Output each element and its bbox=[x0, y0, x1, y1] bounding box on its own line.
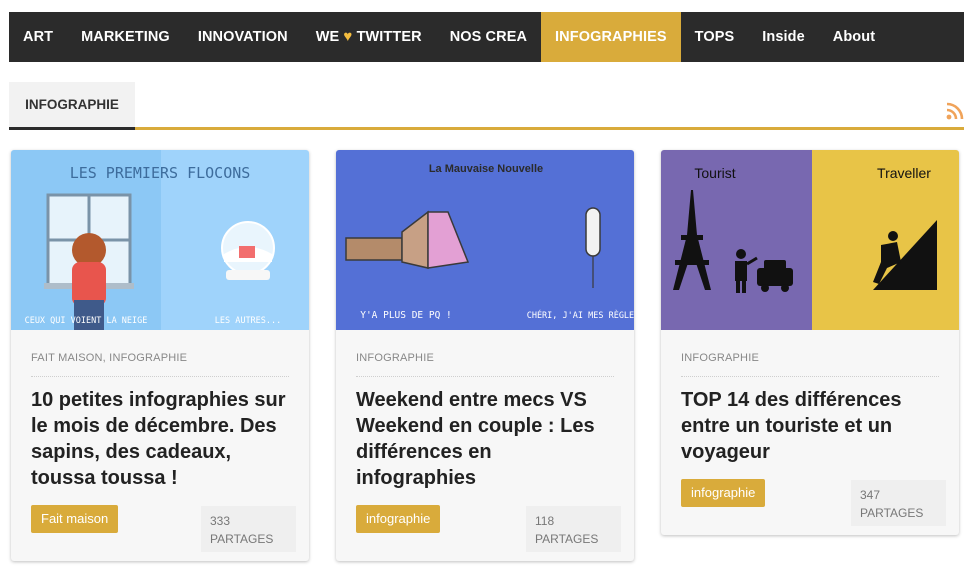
article-tag-button[interactable]: infographie bbox=[681, 479, 766, 507]
main-nav: ART MARKETING INNOVATION WE ♥ TWITTER NO… bbox=[9, 12, 964, 62]
article-thumbnail-weekend[interactable]: La Mauvaise Nouvelle Y'A PLUS DE PQ ! CH… bbox=[336, 150, 634, 330]
share-label: PARTAGES bbox=[535, 532, 599, 546]
article-categories[interactable]: INFOGRAPHIE bbox=[681, 330, 939, 377]
nav-item-label-we: WE bbox=[315, 29, 340, 45]
nav-item-innovation[interactable]: INNOVATION bbox=[184, 12, 302, 62]
share-counter: 333 PARTAGES bbox=[201, 506, 296, 552]
article-card[interactable]: La Mauvaise Nouvelle Y'A PLUS DE PQ ! CH… bbox=[336, 150, 634, 561]
thumbnail-caption-right: CHÉRI, J'AI MES RÈGLES bbox=[527, 309, 634, 321]
thumbnail-caption-left: CEUX QUI VOIENT LA NEIGE bbox=[25, 316, 148, 326]
thumbnail-label-left: Tourist bbox=[694, 165, 735, 181]
nav-item-nos-crea[interactable]: NOS CREA bbox=[436, 12, 541, 62]
article-thumbnail-tourist-traveller[interactable]: Tourist Traveller bbox=[661, 150, 959, 330]
thumbnail-title: LES PREMIERS FLOCONS bbox=[70, 164, 251, 182]
article-categories[interactable]: FAIT MAISON, INFOGRAPHIE bbox=[31, 330, 289, 377]
article-card[interactable]: LES PREMIERS FLOCONS CEUX QUI VOIENT LA … bbox=[11, 150, 309, 561]
share-label: PARTAGES bbox=[210, 532, 274, 546]
article-card[interactable]: Tourist Traveller INFOGRAPHIE TOP 14 des… bbox=[661, 150, 959, 535]
share-count: 118 bbox=[535, 514, 555, 528]
share-count: 347 bbox=[860, 488, 881, 502]
nav-item-marketing[interactable]: MARKETING bbox=[67, 12, 184, 62]
thumbnail-label-right: Traveller bbox=[877, 165, 931, 181]
thumbnail-caption-left: Y'A PLUS DE PQ ! bbox=[360, 310, 452, 321]
nav-item-we-love-twitter[interactable]: WE ♥ TWITTER bbox=[302, 12, 436, 62]
article-title[interactable]: Weekend entre mecs VS Weekend en couple … bbox=[356, 387, 614, 491]
nav-item-art[interactable]: ART bbox=[9, 12, 67, 62]
share-counter: 118 PARTAGES bbox=[526, 506, 621, 552]
nav-item-about[interactable]: About bbox=[819, 12, 889, 62]
rss-icon[interactable] bbox=[946, 102, 964, 120]
thumbnail-caption-right: LES AUTRES... bbox=[215, 316, 282, 326]
nav-item-label-twitter: TWITTER bbox=[356, 29, 422, 45]
share-counter: 347 PARTAGES bbox=[851, 480, 946, 526]
article-tag-button[interactable]: infographie bbox=[356, 505, 441, 533]
article-title[interactable]: TOP 14 des différences entre un touriste… bbox=[681, 387, 939, 465]
article-tag-button[interactable]: Fait maison bbox=[31, 505, 119, 533]
category-tabbar: INFOGRAPHIE bbox=[9, 82, 964, 130]
thumbnail-title: La Mauvaise Nouvelle bbox=[429, 163, 543, 175]
share-label: PARTAGES bbox=[860, 506, 924, 520]
article-title[interactable]: 10 petites infographies sur le mois de d… bbox=[31, 387, 289, 491]
article-thumbnail-flocons[interactable]: LES PREMIERS FLOCONS CEUX QUI VOIENT LA … bbox=[11, 150, 309, 330]
article-categories[interactable]: INFOGRAPHIE bbox=[356, 330, 614, 377]
heart-icon: ♥ bbox=[343, 28, 353, 45]
nav-item-inside[interactable]: Inside bbox=[748, 12, 819, 62]
share-count: 333 bbox=[210, 514, 231, 528]
nav-item-tops[interactable]: TOPS bbox=[681, 12, 749, 62]
tab-infographie[interactable]: INFOGRAPHIE bbox=[9, 82, 135, 130]
nav-item-infographies[interactable]: INFOGRAPHIES bbox=[541, 12, 681, 62]
